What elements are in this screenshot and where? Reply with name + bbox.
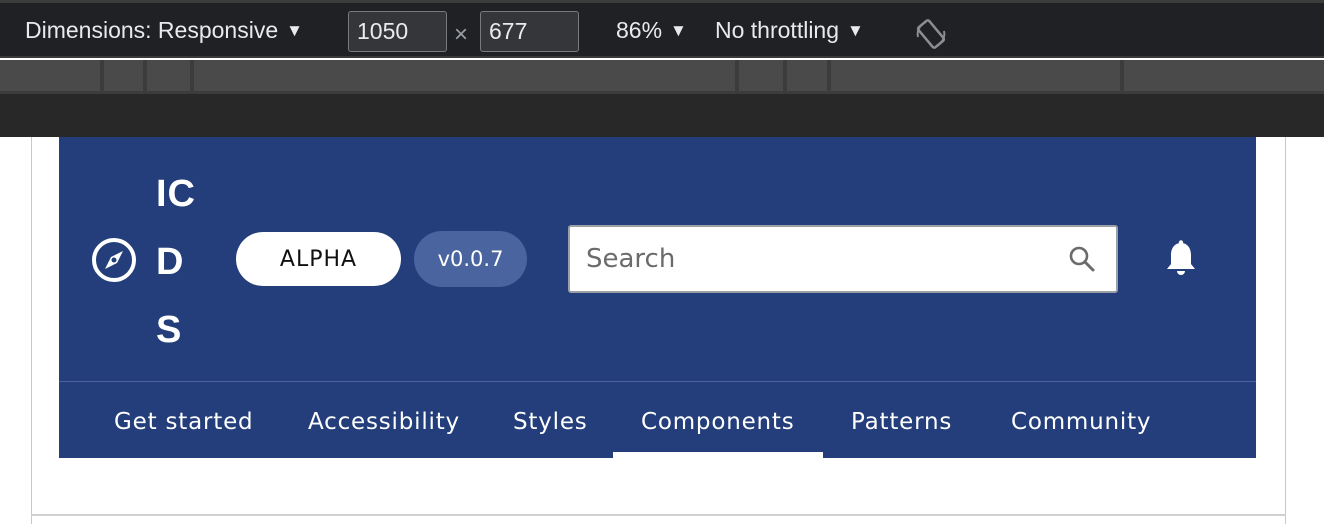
nav-item-accessibility[interactable]: Accessibility xyxy=(308,392,460,452)
media-query-segment[interactable] xyxy=(787,60,827,91)
nav-item-community[interactable]: Community xyxy=(1011,392,1151,452)
nav-item-get-started[interactable]: Get started xyxy=(114,392,253,452)
width-input[interactable] xyxy=(348,11,447,52)
chevron-down-icon: ▼ xyxy=(670,20,687,40)
chevron-down-icon: ▼ xyxy=(286,20,303,40)
times-separator: × xyxy=(454,21,469,48)
active-nav-indicator xyxy=(613,452,823,458)
bell-icon[interactable] xyxy=(1164,240,1198,278)
chevron-down-icon: ▼ xyxy=(847,20,864,40)
zoom-label: 86% xyxy=(616,17,663,43)
ruler-strip xyxy=(0,94,1324,137)
devtools-device-toolbar: Dimensions: Responsive ▼ × 86% ▼ No thro… xyxy=(0,0,1324,58)
nav-item-patterns[interactable]: Patterns xyxy=(851,392,952,452)
media-query-segment[interactable] xyxy=(147,60,190,91)
media-query-segment[interactable] xyxy=(739,60,783,91)
search-field[interactable] xyxy=(568,225,1118,293)
alpha-badge: ALPHA xyxy=(236,232,401,286)
zoom-dropdown[interactable]: 86% ▼ xyxy=(616,17,687,44)
height-input[interactable] xyxy=(480,11,579,52)
compass-icon[interactable] xyxy=(91,237,137,283)
search-input[interactable] xyxy=(570,227,1050,291)
media-query-segment[interactable] xyxy=(831,60,1120,91)
media-query-bar xyxy=(0,60,1324,94)
media-query-segment[interactable] xyxy=(194,60,735,91)
site-logo-text[interactable]: ICDS xyxy=(156,160,206,364)
throttling-label: No throttling xyxy=(715,17,840,43)
media-query-segment[interactable] xyxy=(1124,60,1324,91)
rotate-icon[interactable] xyxy=(914,17,948,51)
nav-item-styles[interactable]: Styles xyxy=(513,392,588,452)
media-query-segment[interactable] xyxy=(104,60,143,91)
media-query-segment[interactable] xyxy=(0,60,100,91)
nav-item-components[interactable]: Components xyxy=(641,392,795,452)
search-icon[interactable] xyxy=(1068,245,1096,273)
content-divider xyxy=(31,514,1286,516)
dimensions-label: Dimensions: Responsive xyxy=(25,17,279,43)
dimensions-dropdown[interactable]: Dimensions: Responsive ▼ xyxy=(25,17,303,44)
version-badge: v0.0.7 xyxy=(414,231,527,287)
throttling-dropdown[interactable]: No throttling ▼ xyxy=(715,17,864,44)
